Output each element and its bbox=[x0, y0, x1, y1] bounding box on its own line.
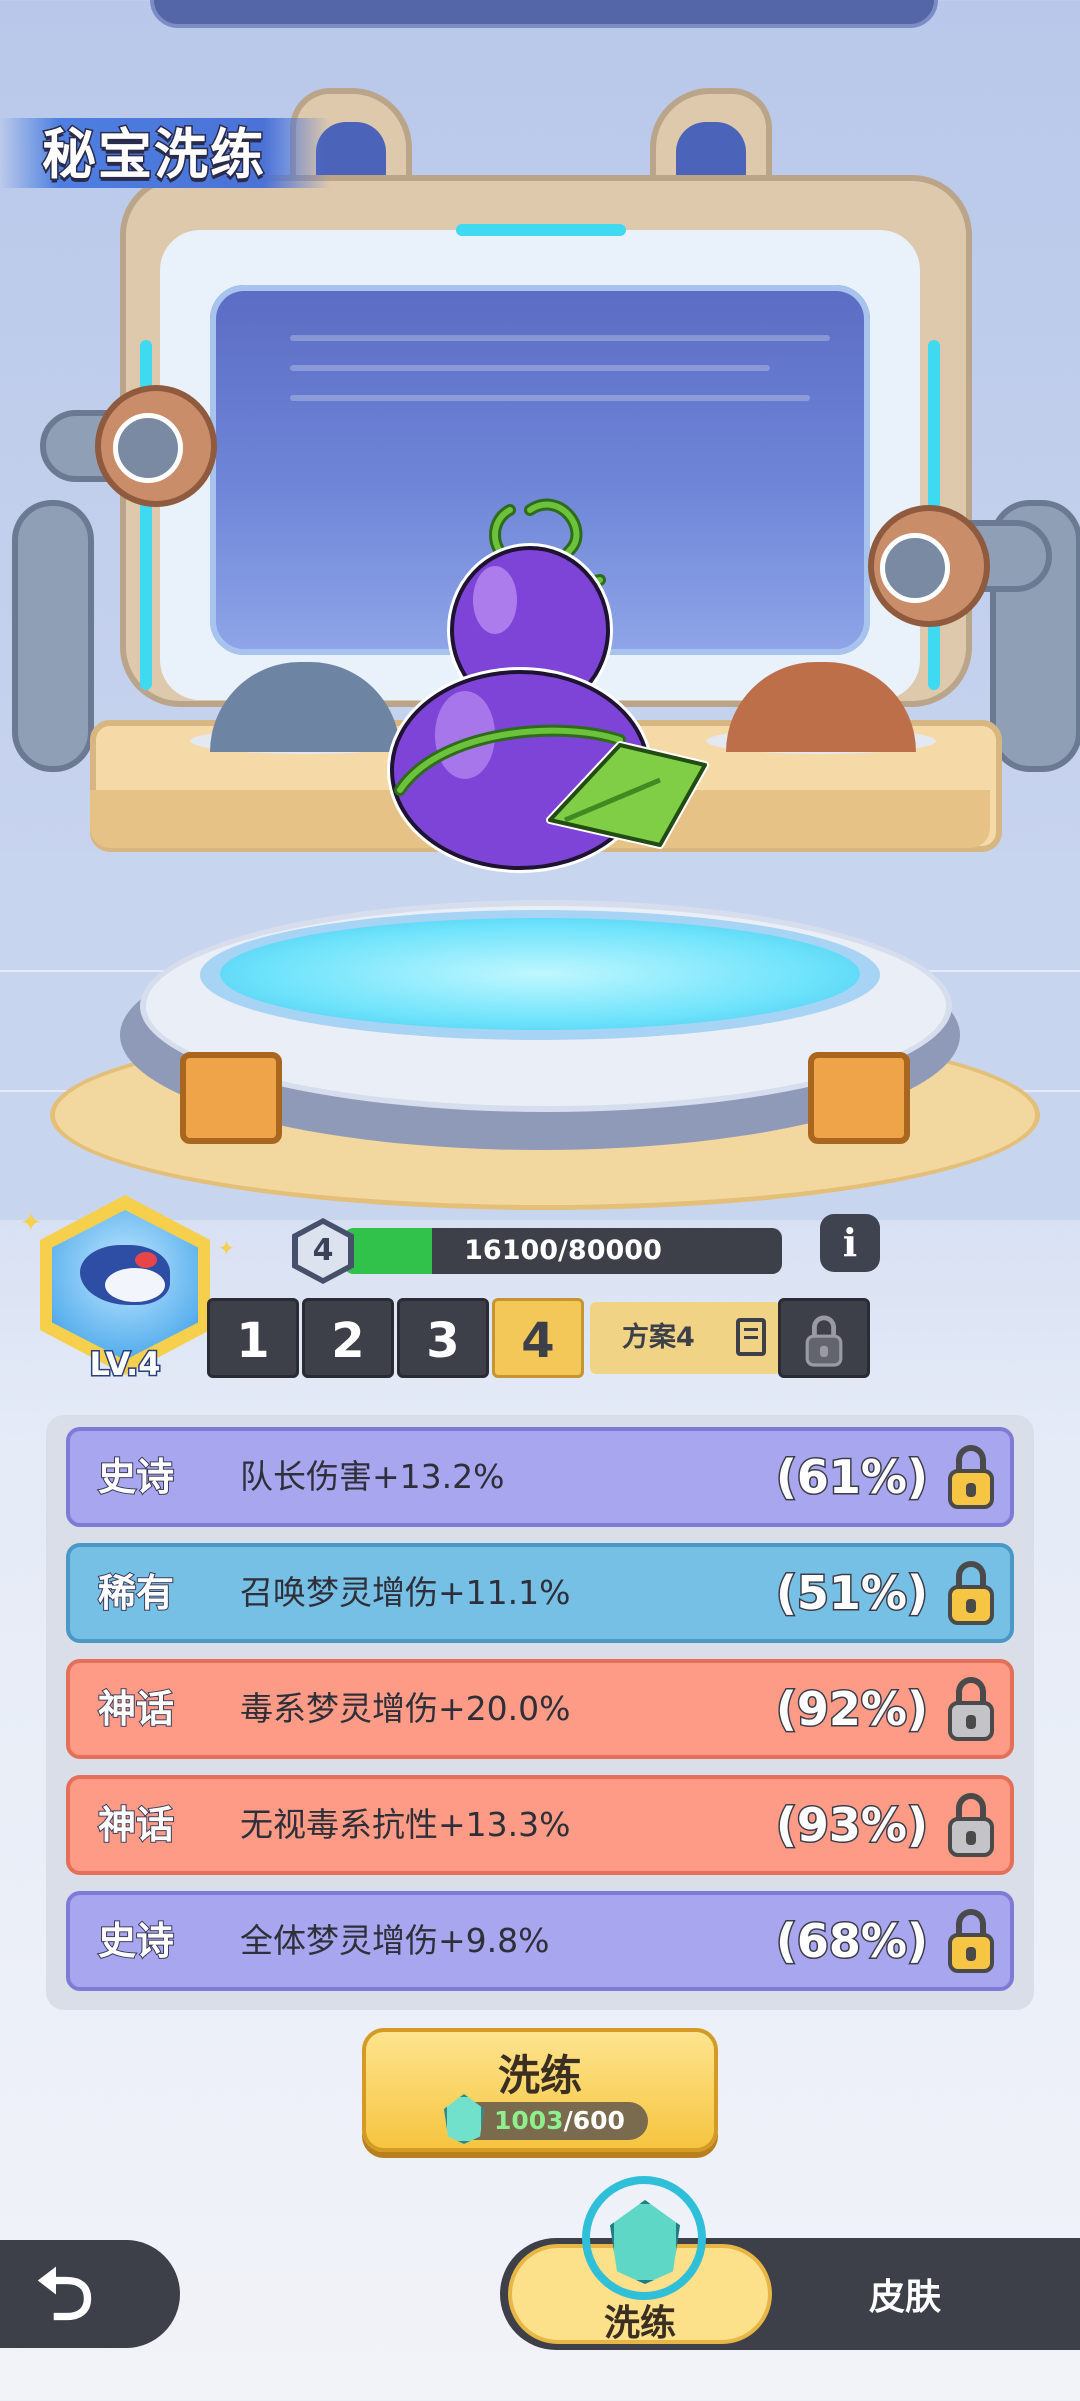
lock-icon[interactable] bbox=[948, 1793, 994, 1857]
cost-have: 1003 bbox=[494, 2106, 564, 2135]
lock-icon[interactable] bbox=[948, 1909, 994, 1973]
attribute-percent: (68%) bbox=[774, 1913, 929, 1970]
attribute-row: 史诗 全体梦灵增伤+9.8% (68%) bbox=[66, 1891, 1014, 1991]
platform-clamp-left bbox=[180, 1052, 282, 1144]
attribute-percent: (92%) bbox=[774, 1681, 929, 1738]
attribute-text: 队长伤害+13.2% bbox=[240, 1457, 505, 1496]
robot-eye-right bbox=[868, 505, 990, 627]
attribute-text: 召唤梦灵增伤+11.1% bbox=[240, 1573, 571, 1612]
attribute-row: 神话 无视毒系抗性+13.3% (93%) bbox=[66, 1775, 1014, 1875]
plan-tab-2[interactable]: 2 bbox=[302, 1298, 394, 1378]
attribute-row: 稀有 召唤梦灵增伤+11.1% (51%) bbox=[66, 1543, 1014, 1643]
refine-button[interactable]: 洗练 1003/600 bbox=[362, 2028, 718, 2152]
sparkle-icon: ✦ bbox=[20, 1208, 42, 1238]
info-icon: i bbox=[842, 1220, 858, 1265]
attribute-quality: 神话 bbox=[97, 1686, 175, 1732]
platform-clamp-right bbox=[808, 1052, 910, 1144]
refine-button-label: 洗练 bbox=[497, 2051, 582, 2100]
exp-text: 16100/80000 bbox=[464, 1235, 662, 1266]
attribute-row: 史诗 队长伤害+13.2% (61%) bbox=[66, 1427, 1014, 1527]
pet-whale-belly bbox=[105, 1268, 165, 1302]
plan-tab-4[interactable]: 4 bbox=[492, 1298, 584, 1378]
refine-cost-text: 1003/600 bbox=[494, 2102, 625, 2140]
attribute-quality: 史诗 bbox=[97, 1918, 175, 1964]
light-strip-top bbox=[456, 224, 626, 236]
top-frame bbox=[150, 0, 938, 28]
pet-whale-cheek bbox=[135, 1252, 157, 1268]
back-button[interactable]: ⮌ bbox=[0, 2240, 180, 2348]
lock-icon[interactable] bbox=[948, 1677, 994, 1741]
tab-refine-label: 洗练 bbox=[603, 2303, 676, 2344]
cost-need: /600 bbox=[563, 2106, 625, 2135]
pet-level-label: LV.4 bbox=[88, 1344, 162, 1385]
lock-icon[interactable] bbox=[948, 1561, 994, 1625]
attribute-text: 毒系梦灵增伤+20.0% bbox=[240, 1689, 571, 1728]
attribute-quality: 神话 bbox=[97, 1802, 175, 1848]
attribute-percent: (51%) bbox=[774, 1565, 929, 1622]
exp-bar: 16100/80000 bbox=[344, 1228, 782, 1274]
attribute-panel: 史诗 队长伤害+13.2% (61%) 稀有 召唤梦灵增伤+11.1% (51%… bbox=[46, 1415, 1034, 2010]
plan-name-field[interactable]: 方案4 bbox=[590, 1302, 780, 1374]
page-title: 秘宝洗练 bbox=[41, 122, 266, 188]
plan-tab-1[interactable]: 1 bbox=[207, 1298, 299, 1378]
attribute-quality: 稀有 bbox=[97, 1570, 175, 1616]
platform-glow bbox=[220, 918, 860, 1030]
plan-name-label: 方案4 bbox=[622, 1322, 695, 1353]
attribute-text: 全体梦灵增伤+9.8% bbox=[240, 1921, 550, 1960]
attribute-percent: (93%) bbox=[774, 1797, 929, 1854]
robot-arm-left bbox=[12, 500, 94, 772]
tab-skin[interactable]: 皮肤 bbox=[800, 2268, 1010, 2320]
plan-locked-slot[interactable] bbox=[778, 1298, 870, 1378]
attribute-text: 无视毒系抗性+13.3% bbox=[240, 1805, 571, 1844]
gourd-treasure-icon bbox=[387, 498, 709, 873]
attribute-row: 神话 毒系梦灵增伤+20.0% (92%) bbox=[66, 1659, 1014, 1759]
attribute-quality: 史诗 bbox=[97, 1454, 175, 1500]
back-arrow-icon: ⮌ bbox=[36, 2252, 94, 2336]
lock-icon[interactable] bbox=[948, 1445, 994, 1509]
plan-tab-3[interactable]: 3 bbox=[397, 1298, 489, 1378]
robot-eye-left bbox=[95, 385, 217, 507]
info-button[interactable]: i bbox=[820, 1214, 880, 1272]
sparkle-icon: ✦ bbox=[218, 1236, 235, 1260]
edit-icon[interactable] bbox=[736, 1318, 766, 1356]
lock-icon bbox=[805, 1315, 843, 1367]
refine-cost: 1003/600 bbox=[444, 2094, 648, 2144]
attribute-percent: (61%) bbox=[774, 1449, 929, 1506]
